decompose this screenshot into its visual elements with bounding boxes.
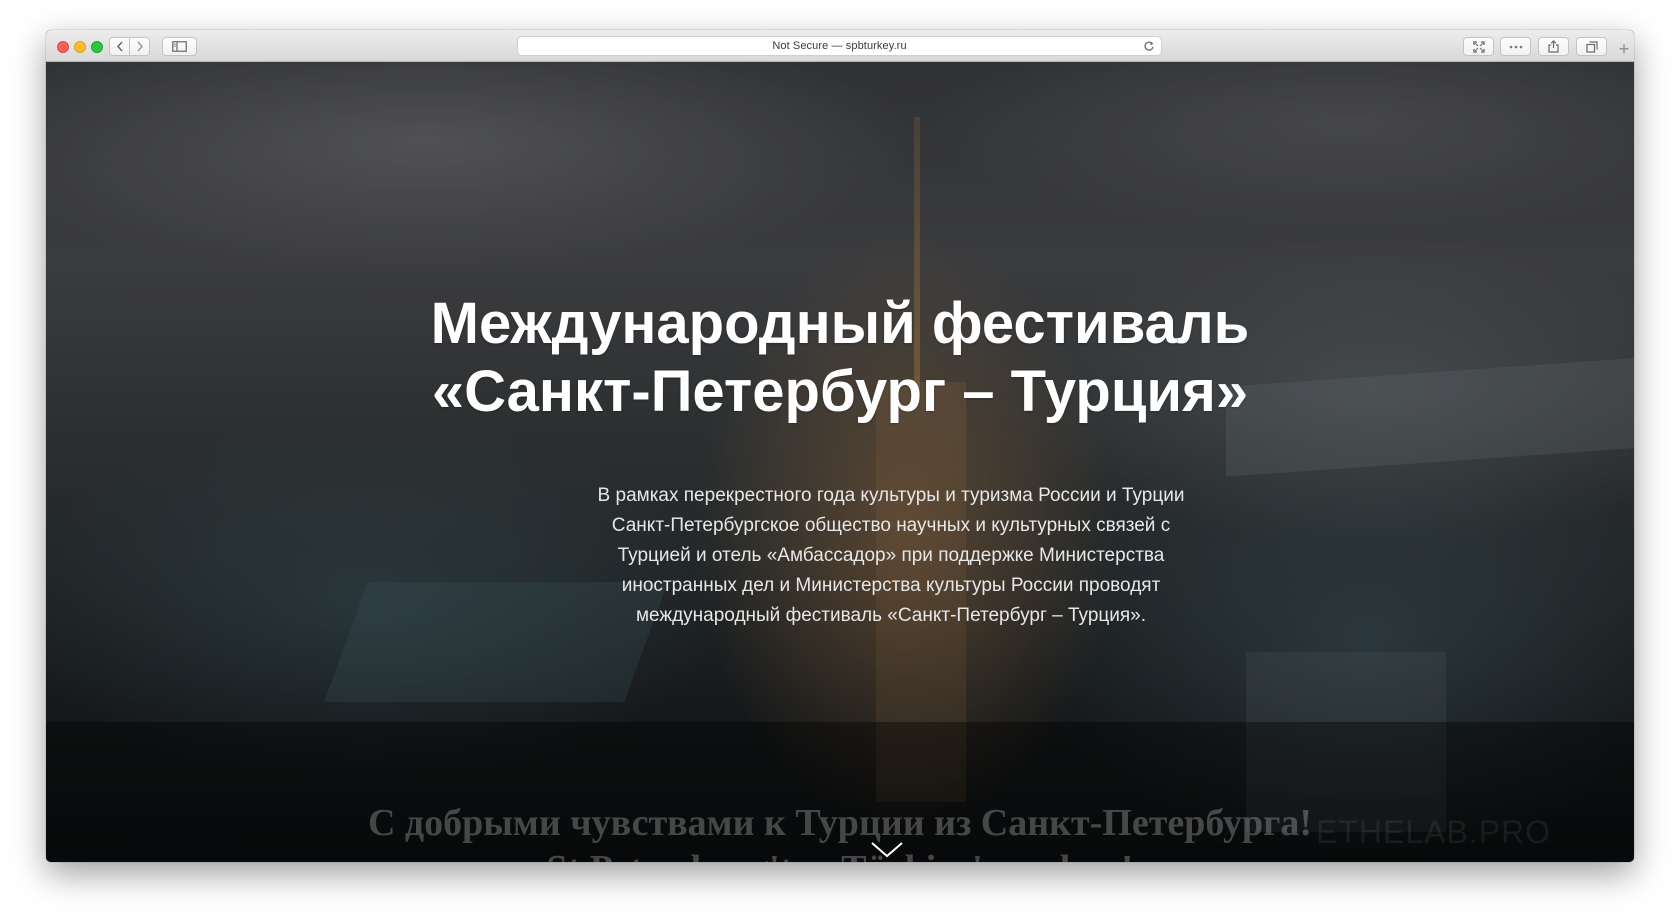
hero-description: В рамках перекрестного года культуры и т… (597, 485, 1185, 626)
zoom-window-button[interactable] (91, 41, 103, 53)
chevron-left-icon (116, 41, 123, 52)
browser-toolbar: Not Secure — spbturkey.ru + (46, 30, 1634, 62)
page-title-line: Международный фестиваль (430, 291, 1250, 356)
navigation-buttons (109, 37, 151, 56)
chevron-down-icon[interactable] (870, 840, 904, 860)
hero-section: С добрыми чувствами к Турции из Санкт-Пе… (46, 62, 1634, 862)
fullscreen-icon (1472, 40, 1485, 53)
page-title-line: «Санкт-Петербург – Турция» (431, 359, 1249, 424)
chevron-right-icon (136, 41, 143, 52)
back-button[interactable] (109, 37, 130, 56)
address-bar[interactable]: Not Secure — spbturkey.ru (517, 36, 1162, 56)
video-watermark-brand: ETHELAB.PRO (1316, 814, 1552, 850)
forward-button[interactable] (129, 37, 150, 56)
close-window-button[interactable] (57, 41, 69, 53)
fullscreen-button[interactable] (1463, 37, 1494, 56)
sidebar-icon (172, 41, 187, 52)
more-icon (1509, 45, 1522, 48)
new-tab-button[interactable]: + (1614, 40, 1634, 60)
browser-window: Not Secure — spbturkey.ru + С добрыми чу… (46, 30, 1634, 862)
address-text: Not Secure — spbturkey.ru (772, 40, 907, 52)
sidebar-button[interactable] (162, 37, 197, 56)
share-button[interactable] (1538, 37, 1569, 56)
minimize-window-button[interactable] (74, 41, 86, 53)
tabs-overview-button[interactable] (1576, 37, 1607, 56)
share-icon (1548, 40, 1559, 53)
tabs-overview-icon (1585, 40, 1598, 53)
page-title: Международный фестиваль «Санкт-Петербург… (46, 290, 1634, 426)
more-button[interactable] (1500, 37, 1531, 56)
reload-icon[interactable] (1143, 40, 1155, 52)
